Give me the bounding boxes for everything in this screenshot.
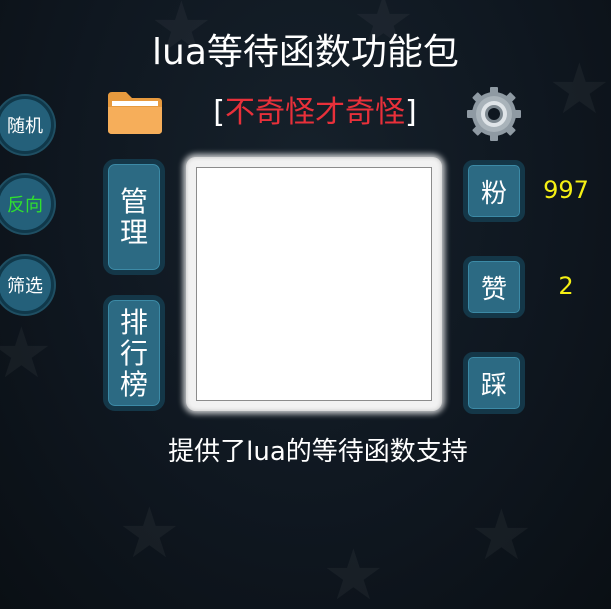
manage-button-label: 管理 bbox=[119, 185, 148, 249]
package-description: 提供了lua的等待函数支持 bbox=[168, 437, 468, 467]
reverse-button[interactable]: 反向 bbox=[0, 175, 54, 233]
right-bracket: ] bbox=[405, 95, 417, 130]
filter-button[interactable]: 筛选 bbox=[0, 256, 54, 314]
like-button[interactable]: 赞 bbox=[463, 256, 525, 318]
background-star-decoration: ★ bbox=[470, 500, 533, 570]
like-count: 2 bbox=[558, 272, 574, 300]
preview-image bbox=[196, 167, 432, 401]
left-bracket: [ bbox=[213, 95, 225, 130]
background-star-decoration: ★ bbox=[322, 540, 385, 609]
ranking-button-label: 排行榜 bbox=[119, 305, 148, 401]
random-button[interactable]: 随机 bbox=[0, 96, 54, 154]
package-name-text: 不奇怪才奇怪 bbox=[225, 95, 405, 130]
package-name: [不奇怪才奇怪] bbox=[190, 90, 440, 136]
dislike-button[interactable]: 踩 bbox=[463, 352, 525, 414]
fans-count: 997 bbox=[543, 176, 589, 204]
background-star-decoration: ★ bbox=[118, 498, 181, 568]
ranking-button[interactable]: 排行榜 bbox=[103, 295, 165, 411]
folder-icon[interactable] bbox=[106, 90, 164, 136]
preview-frame bbox=[186, 157, 442, 411]
page-title: lua等待函数功能包 bbox=[152, 32, 459, 73]
background-star-decoration: ★ bbox=[0, 318, 53, 388]
gear-icon[interactable] bbox=[466, 86, 522, 142]
app-screen: ★ ★ ★ ★ ★ ★ ★ lua等待函数功能包 [不奇怪才奇怪] bbox=[0, 0, 611, 609]
fans-button[interactable]: 粉 bbox=[463, 160, 525, 222]
manage-button[interactable]: 管理 bbox=[103, 159, 165, 275]
